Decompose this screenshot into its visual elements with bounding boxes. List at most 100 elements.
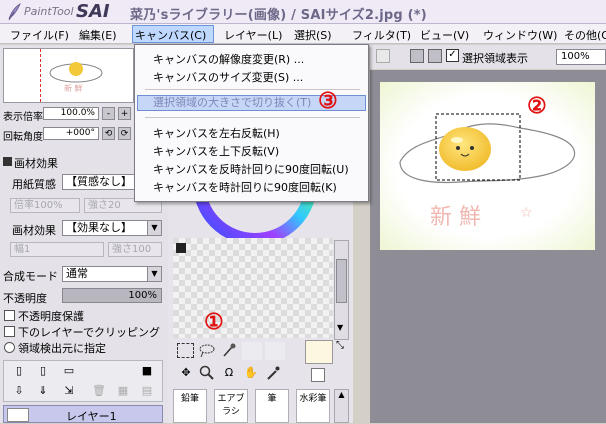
brush-airbrush-tab[interactable]: エアブラシ (214, 389, 248, 423)
effect-label: 画材効果 (12, 224, 56, 237)
menu-other[interactable]: その他(O (562, 26, 606, 42)
navigator-view-frame (40, 49, 41, 102)
new-folder-icon[interactable]: ▭ (60, 363, 78, 381)
menu-select[interactable]: 選択(S) (292, 26, 334, 42)
magic-wand-icon[interactable] (220, 342, 238, 360)
invert-selection-icon[interactable] (428, 49, 442, 63)
blend-label: 合成モード (3, 270, 58, 283)
hand-icon[interactable]: ✋ (242, 365, 260, 383)
merge-down-icon[interactable]: ⇓ (34, 383, 52, 401)
effect-select[interactable]: 【効果なし】 ▼ (62, 220, 162, 236)
layer-row[interactable]: レイヤー1 (3, 405, 163, 423)
zoom-icon[interactable] (198, 365, 216, 383)
zoom-increase-button[interactable]: + (118, 107, 131, 120)
swatch-scroll-thumb[interactable] (336, 259, 347, 303)
zoom-spin[interactable]: 100.0% (43, 107, 99, 120)
blend-select[interactable]: 通常 ▼ (62, 266, 162, 282)
zoom-label: 表示倍率 (3, 112, 43, 123)
menu-file[interactable]: ファイル(F) (8, 26, 71, 42)
lasso-icon[interactable] (198, 342, 216, 360)
selection-source-label: 領域検出元に指定 (18, 342, 106, 355)
menu-flip-horizontal-item[interactable]: キャンバスを左右反転(H) (153, 125, 280, 141)
effect-value: 【効果なし】 (66, 221, 132, 234)
chevron-down-icon: ▼ (147, 267, 161, 281)
new-vector-layer-icon[interactable]: ▯ (34, 363, 52, 381)
new-layer-icon[interactable]: ▯ (10, 363, 28, 381)
show-selection-label: 選択領域表示 (462, 52, 528, 65)
logo-painttool: PaintTool (24, 5, 74, 18)
yolk-highlight (451, 137, 463, 143)
blend-value: 通常 (66, 267, 88, 280)
show-selection-checkbox[interactable]: ✓ (446, 49, 459, 62)
navigator-preview[interactable]: 新 鮮 (3, 48, 134, 103)
rotation-right-button[interactable]: ⟳ (118, 127, 131, 140)
navigator-thumb-text: 新 鮮 (64, 83, 83, 93)
texture-value: 【質感なし】 (66, 175, 132, 188)
brush-pencil-tab[interactable]: 鉛筆 (173, 389, 207, 423)
opacity-label: 不透明度 (3, 292, 47, 305)
rotate-icon[interactable]: Ω (220, 365, 238, 383)
layer-buttons: ▯ ▯ ▭ ■ ⇩ ⇓ ⇲ 🗑 ▦ ▤ (3, 360, 163, 402)
section-toggle-icon[interactable] (3, 157, 12, 166)
menu-view[interactable]: ビュー(V) (418, 26, 471, 42)
eyedropper-icon[interactable] (264, 365, 282, 383)
layer-thumbnail (7, 408, 29, 422)
clipping-label: 下のレイヤーでクリッピング (18, 326, 161, 339)
title-bar: PaintTool SAI 菜乃'sライブラリー(画像) / SAIサイズ2.j… (0, 0, 606, 24)
tool-slot-empty (265, 342, 285, 360)
mask-icon[interactable]: ■ (138, 363, 156, 381)
swatch-grid[interactable] (173, 238, 333, 338)
canvas-menu-dropdown: キャンバスの解像度変更(R) ... キャンバスのサイズ変更(S) ... 選択… (134, 44, 369, 202)
opacity-slider[interactable]: 100% (62, 288, 162, 303)
undo-icon[interactable] (376, 49, 390, 63)
menu-edit[interactable]: 編集(E) (77, 26, 119, 42)
artwork-text: 新 鮮 (430, 205, 481, 230)
canvas-toolbar: ✓ 選択領域表示 100% (370, 45, 606, 69)
effect-width-field: 幅1 (10, 242, 104, 257)
menu-rotate-cw-item[interactable]: キャンバスを時計回りに90度回転(K) (153, 179, 337, 195)
swatch-scrollbar[interactable]: ▼ (334, 240, 349, 340)
menu-window[interactable]: ウィンドウ(W) (481, 26, 559, 42)
canvas[interactable]: 新 鮮 ☆ (380, 82, 595, 250)
menu-separator (145, 117, 360, 118)
clear-layer-icon[interactable]: ⇲ (60, 383, 78, 401)
transparent-color-swatch[interactable] (311, 368, 325, 382)
app-logo: PaintTool SAI (4, 1, 124, 22)
brush-watercolor-tab[interactable]: 水彩筆 (296, 389, 330, 423)
menu-canvas[interactable]: キャンバス(C) (132, 25, 214, 43)
swap-colors-icon[interactable]: ⤡ (336, 340, 344, 351)
move-icon[interactable]: ✥ (177, 365, 195, 383)
document-title: 菜乃'sライブラリー(画像) / SAIサイズ2.jpg (*) (130, 8, 427, 23)
clipping-checkbox[interactable] (4, 326, 15, 337)
scroll-down-icon[interactable]: ▼ (337, 323, 343, 332)
texture-scale-field: 倍率 100% (10, 198, 80, 213)
menu-layer[interactable]: レイヤー(L) (222, 26, 284, 42)
protect-opacity-label: 不透明度保護 (18, 310, 84, 323)
navigator-thumbnail: 新 鮮 (49, 62, 103, 93)
rotation-spin[interactable]: +000° (43, 127, 99, 140)
protect-opacity-checkbox[interactable] (4, 310, 15, 321)
menu-bar: ファイル(F) 編集(E) キャンバス(C) レイヤー(L) 選択(S) フィル… (0, 24, 606, 44)
transfer-down-icon[interactable]: ⇩ (10, 383, 28, 401)
yolk-left-eye (456, 146, 460, 150)
primary-color-swatch[interactable] (305, 340, 333, 364)
menu-flip-vertical-item[interactable]: キャンバスを上下反転(V) (153, 143, 279, 159)
selection-rect-icon[interactable] (177, 343, 194, 358)
delete-layer-icon[interactable]: 🗑 (90, 383, 108, 401)
texture-label: 用紙質感 (12, 178, 56, 191)
mask-add-icon[interactable]: ▦ (114, 383, 132, 401)
brush-brush-tab[interactable]: 筆 (255, 389, 289, 423)
rotation-left-button[interactable]: ⟲ (102, 127, 115, 140)
paper-effect-section: 画材効果 (14, 157, 58, 170)
annotation-1: ① (204, 309, 224, 335)
menu-filter[interactable]: フィルタ(T) (350, 26, 413, 42)
menu-resolution-item[interactable]: キャンバスの解像度変更(R) ... (153, 51, 304, 67)
selection-source-radio[interactable] (4, 342, 15, 353)
zoom-select[interactable]: 100% (556, 49, 606, 65)
zoom-decrease-button[interactable]: - (102, 107, 115, 120)
mask-apply-icon[interactable]: ▤ (138, 383, 156, 401)
deselect-icon[interactable] (410, 49, 424, 63)
menu-rotate-ccw-item[interactable]: キャンバスを反時計回りに90度回転(U) (153, 161, 349, 177)
menu-canvas-size-item[interactable]: キャンバスのサイズ変更(S) ... (153, 69, 303, 85)
brush-scroll-up-icon[interactable]: ▲ (334, 389, 349, 423)
